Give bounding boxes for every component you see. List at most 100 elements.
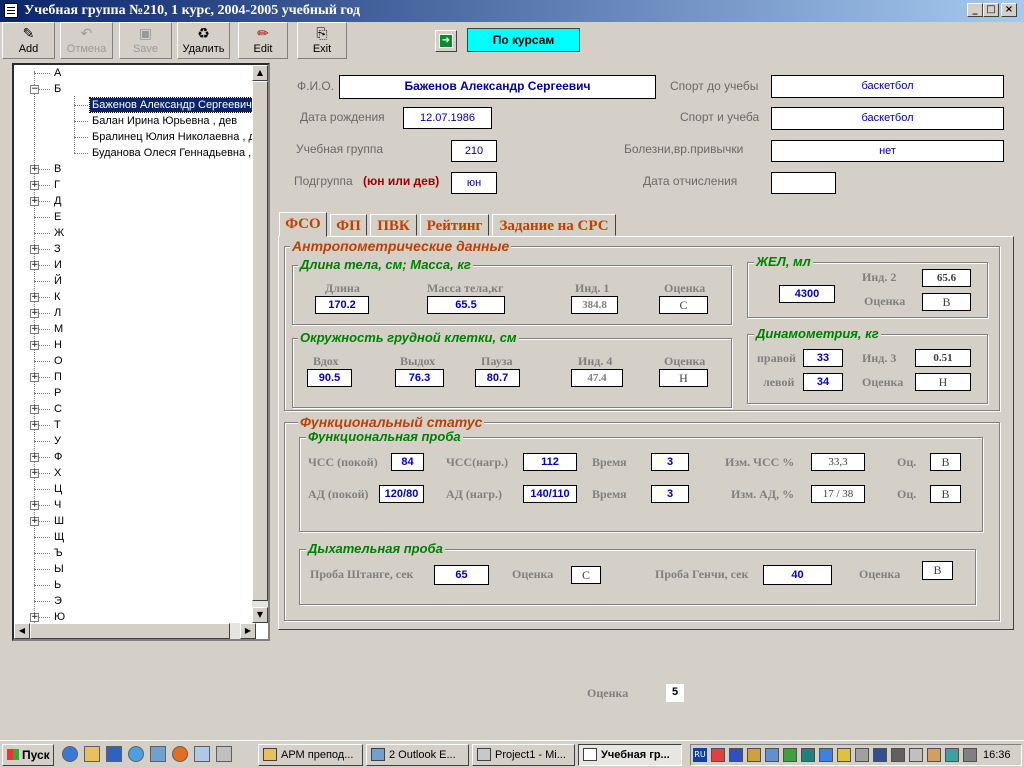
- inhale-field[interactable]: 90.5: [307, 369, 352, 387]
- word-quicklaunch-icon[interactable]: [106, 746, 122, 762]
- clock[interactable]: 16:36: [983, 748, 1011, 762]
- scroll-left-icon[interactable]: ◀: [14, 623, 30, 639]
- tree-letter-Г[interactable]: Г: [54, 178, 60, 192]
- tray-messenger-icon[interactable]: [819, 748, 833, 762]
- scroll-down-icon[interactable]: ▼: [252, 607, 268, 623]
- tree-letter-А[interactable]: А: [54, 66, 61, 80]
- student-tree[interactable]: А − Б Баженов Александр Сергеевич Балан Ирин…: [12, 63, 270, 641]
- dyn-left-field[interactable]: 34: [803, 373, 843, 391]
- tray-volume-icon[interactable]: [963, 748, 977, 762]
- tree-collapse-icon[interactable]: −: [30, 85, 39, 94]
- dyn-right-field[interactable]: 33: [803, 349, 843, 367]
- tray-monitor-icon[interactable]: [765, 748, 779, 762]
- tray-printer-icon[interactable]: [855, 748, 869, 762]
- tab-fso[interactable]: ФСО: [279, 212, 327, 237]
- tree-letter-К[interactable]: К: [54, 290, 60, 304]
- maximize-button[interactable]: □: [983, 3, 999, 17]
- tray-antivirus-icon[interactable]: [873, 748, 887, 762]
- tree-letter-Щ[interactable]: Щ: [54, 530, 64, 544]
- tree-letter-П[interactable]: П: [54, 370, 62, 384]
- window-title-bar[interactable]: Учебная группа №210, 1 курс, 2004-2005 у…: [0, 0, 1024, 22]
- tree-letter-Л[interactable]: Л: [54, 306, 61, 320]
- tab-pvk[interactable]: ПВК: [370, 214, 417, 236]
- tree-expand-icon[interactable]: +: [30, 197, 39, 206]
- tree-letter-З[interactable]: З: [54, 242, 61, 256]
- tree-letter-Ш[interactable]: Ш: [54, 514, 64, 528]
- tray-app-icon[interactable]: [729, 748, 743, 762]
- tree-letter-У[interactable]: У: [54, 434, 61, 448]
- tray-display-icon[interactable]: [909, 748, 923, 762]
- tray-update-icon[interactable]: [783, 748, 797, 762]
- tree-letter-Ч[interactable]: Ч: [54, 498, 61, 512]
- tree-expand-icon[interactable]: +: [30, 165, 39, 174]
- tree-letter-Ъ[interactable]: Ъ: [54, 546, 63, 560]
- tree-letter-Ж[interactable]: Ж: [54, 226, 64, 240]
- browser-quicklaunch-icon[interactable]: [128, 746, 144, 762]
- add-button[interactable]: ✎ Add: [2, 22, 55, 59]
- birth-field[interactable]: 12.07.1986: [403, 107, 492, 129]
- illness-field[interactable]: нет: [771, 140, 1004, 162]
- tree-expand-icon[interactable]: +: [30, 181, 39, 190]
- fio-field[interactable]: Баженов Александр Сергеевич: [339, 75, 656, 99]
- tree-letter-Е[interactable]: Е: [54, 210, 61, 224]
- save-button[interactable]: ▣ Save: [119, 22, 172, 59]
- group-field[interactable]: 210: [451, 140, 497, 162]
- tree-expand-icon[interactable]: +: [30, 421, 39, 430]
- bp-rest-field[interactable]: 120/80: [379, 485, 424, 503]
- tree-letter-Х[interactable]: Х: [54, 466, 61, 480]
- minimize-button[interactable]: _: [967, 3, 983, 17]
- hscroll-thumb[interactable]: [30, 623, 230, 639]
- delete-button[interactable]: ♻ Удалить: [177, 22, 230, 59]
- task-outlook[interactable]: 2 Outlook E...: [366, 744, 469, 766]
- app-icon[interactable]: [4, 3, 18, 18]
- desktop-quicklaunch-icon[interactable]: [216, 746, 232, 762]
- tray-network-icon[interactable]: [711, 748, 725, 762]
- outlook-quicklaunch-icon[interactable]: [150, 746, 166, 762]
- task-arm[interactable]: АРМ препод...: [258, 744, 363, 766]
- tree-expand-icon[interactable]: +: [30, 309, 39, 318]
- tree-letter-В[interactable]: В: [54, 162, 61, 176]
- tree-letter-Й[interactable]: Й: [54, 274, 62, 288]
- sport-before-field[interactable]: баскетбол: [771, 75, 1004, 98]
- tree-expand-icon[interactable]: +: [30, 261, 39, 270]
- task-study-group[interactable]: Учебная гр...: [578, 744, 682, 766]
- tree-letter-Ф[interactable]: Ф: [54, 450, 62, 464]
- tab-rating[interactable]: Рейтинг: [420, 214, 489, 236]
- exhale-field[interactable]: 76.3: [395, 369, 444, 387]
- tree-letter-Р[interactable]: Р: [54, 386, 61, 400]
- edit-button[interactable]: ✏ Edit: [238, 22, 288, 59]
- tree-expand-icon[interactable]: +: [30, 501, 39, 510]
- tree-letter-О[interactable]: О: [54, 354, 63, 368]
- tree-expand-icon[interactable]: +: [30, 469, 39, 478]
- tree-letter-Д[interactable]: Д: [54, 194, 61, 208]
- pause-field[interactable]: 80.7: [475, 369, 520, 387]
- tree-letter-Н[interactable]: Н: [54, 338, 62, 352]
- tree-expand-icon[interactable]: +: [30, 453, 39, 462]
- tree-student-item[interactable]: Бралинец Юлия Николаевна , де: [90, 130, 263, 144]
- time1-field[interactable]: 3: [651, 453, 689, 471]
- start-button[interactable]: Пуск: [2, 744, 54, 766]
- task-project1[interactable]: Project1 - Mi...: [472, 744, 575, 766]
- scroll-up-icon[interactable]: ▲: [252, 65, 268, 81]
- tree-expand-icon[interactable]: +: [30, 245, 39, 254]
- hr-load-field[interactable]: 112: [523, 453, 577, 471]
- vc-field[interactable]: 4300: [779, 285, 835, 303]
- scroll-right-icon[interactable]: ▶: [240, 623, 256, 639]
- genchi-field[interactable]: 40: [763, 565, 832, 585]
- tree-letter-И[interactable]: И: [54, 258, 62, 272]
- exit-button[interactable]: ⎘ Exit: [297, 22, 347, 59]
- subgroup-field[interactable]: юн: [451, 172, 497, 194]
- tree-vertical-scrollbar[interactable]: ▲ ▼: [252, 65, 268, 623]
- tab-srs-task[interactable]: Задание на СРС: [492, 214, 616, 236]
- ie-quicklaunch-icon[interactable]: [62, 746, 78, 762]
- media-quicklaunch-icon[interactable]: [172, 746, 188, 762]
- tree-expand-icon[interactable]: +: [30, 405, 39, 414]
- language-indicator[interactable]: RU: [693, 748, 707, 762]
- tree-expand-icon[interactable]: +: [30, 293, 39, 302]
- tree-student-item[interactable]: Буданова Олеся Геннадьевна ,: [90, 146, 253, 160]
- tray-battery-icon[interactable]: [945, 748, 959, 762]
- app-quicklaunch-icon[interactable]: [194, 746, 210, 762]
- go-button[interactable]: ➜: [435, 30, 457, 52]
- tray-folder-icon[interactable]: [837, 748, 851, 762]
- mass-field[interactable]: 65.5: [427, 296, 505, 314]
